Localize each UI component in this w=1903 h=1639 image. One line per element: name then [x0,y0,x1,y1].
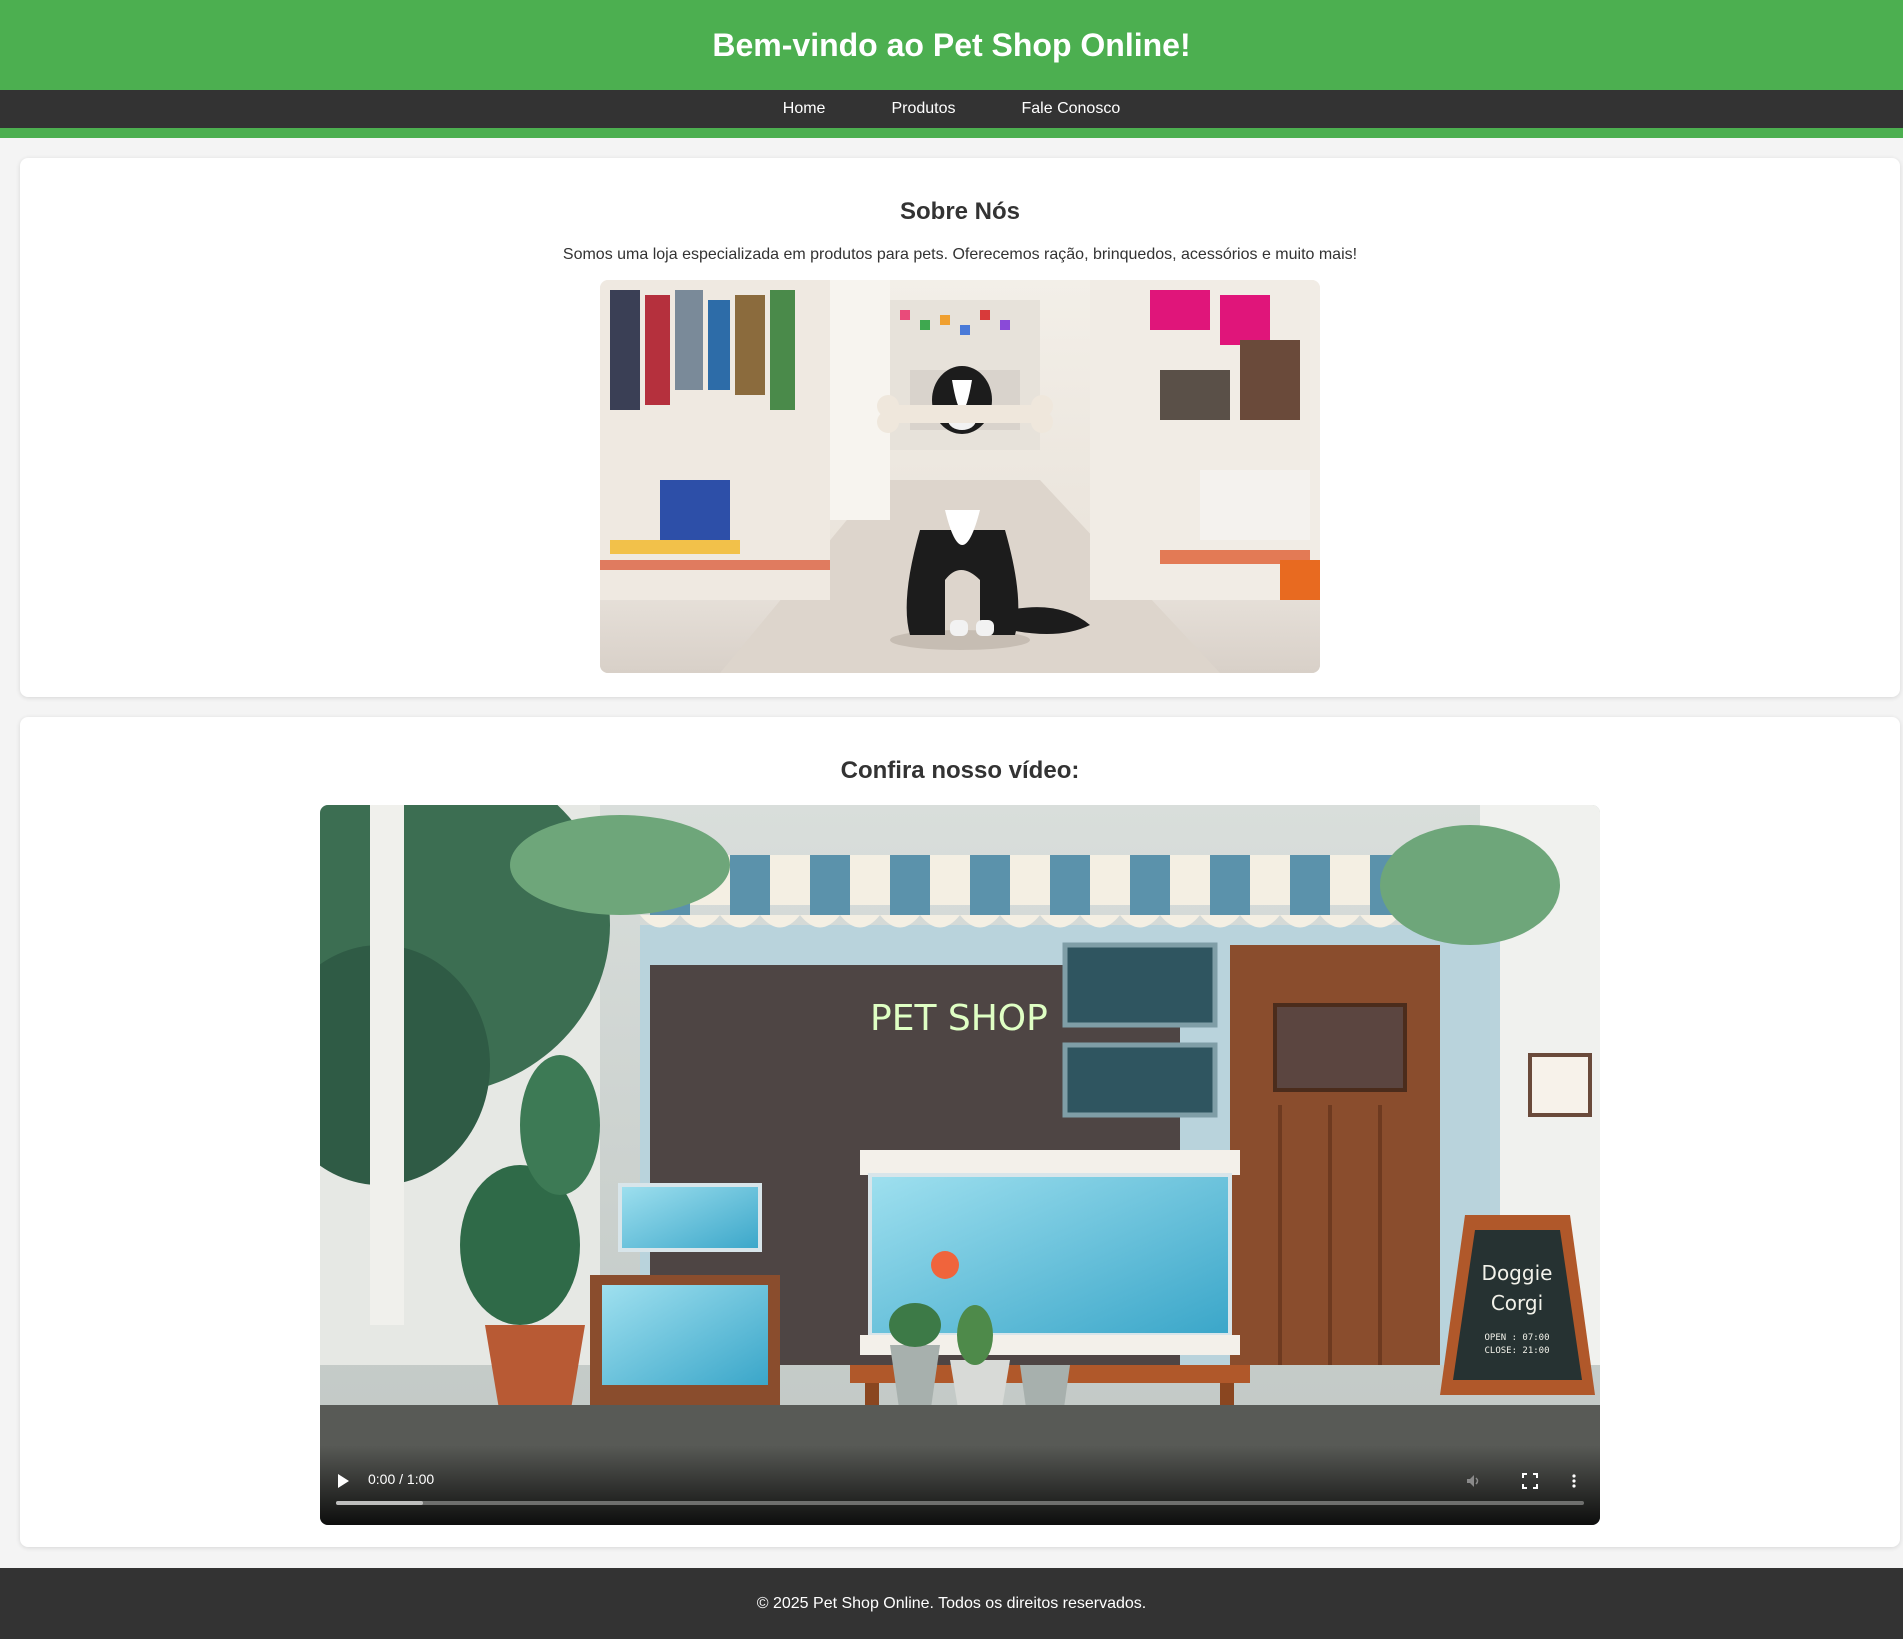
footer-text: © 2025 Pet Shop Online. Todos os direito… [756,1594,1147,1612]
video-controls: 0:00 / 1:00 [320,1445,1600,1525]
nav-home-link[interactable]: Home [783,100,826,118]
volume-icon[interactable] [1466,1473,1482,1489]
about-section: Sobre Nós Somos uma loja especializada e… [20,158,1900,697]
video-section: Confira nosso vídeo: PET SHOP Doggie Cor… [20,717,1900,1547]
video-time: 0:00 / 1:00 [368,1471,435,1487]
site-header: Bem-vindo ao Pet Shop Online! [0,0,1903,90]
more-options-icon[interactable] [1566,1473,1582,1489]
video-progress-bar[interactable] [336,1501,1584,1505]
video-player[interactable]: PET SHOP Doggie Corgi OPEN: 07:00 CLOSE… [320,805,1600,1525]
about-heading: Sobre Nós [899,198,1021,225]
video-poster-petshop: PET SHOP Doggie Corgi OPEN: 07:00 CLOSE… [320,805,1600,1525]
board-line2-text: Corgi [1491,1291,1543,1315]
video-buffer-fill [336,1501,424,1505]
board-close-text: CLOSE: 21:00 [1484,1346,1549,1356]
fullscreen-icon[interactable] [1522,1473,1538,1489]
neon-sign-text: PET SHOP [870,998,1048,1039]
board-line1-text: Doggie [1482,1261,1553,1285]
about-description: Somos uma loja especializada em produtos… [562,246,1358,263]
header-accent-band [0,128,1903,138]
pet-store-illustration [600,280,1320,673]
board-open-text: OPEN : 07:00 [1484,1333,1549,1343]
page-title: Bem-vindo ao Pet Shop Online! [712,26,1191,63]
site-footer: © 2025 Pet Shop Online. Todos os direito… [0,1568,1903,1639]
play-icon[interactable] [338,1474,349,1488]
video-heading: Confira nosso vídeo: [840,757,1080,784]
pet-store-photo [600,280,1320,673]
nav-fale-conosco-link[interactable]: Fale Conosco [1022,100,1121,118]
nav-produtos-link[interactable]: Produtos [891,100,955,118]
main-nav: Home Produtos Fale Conosco [0,90,1903,128]
